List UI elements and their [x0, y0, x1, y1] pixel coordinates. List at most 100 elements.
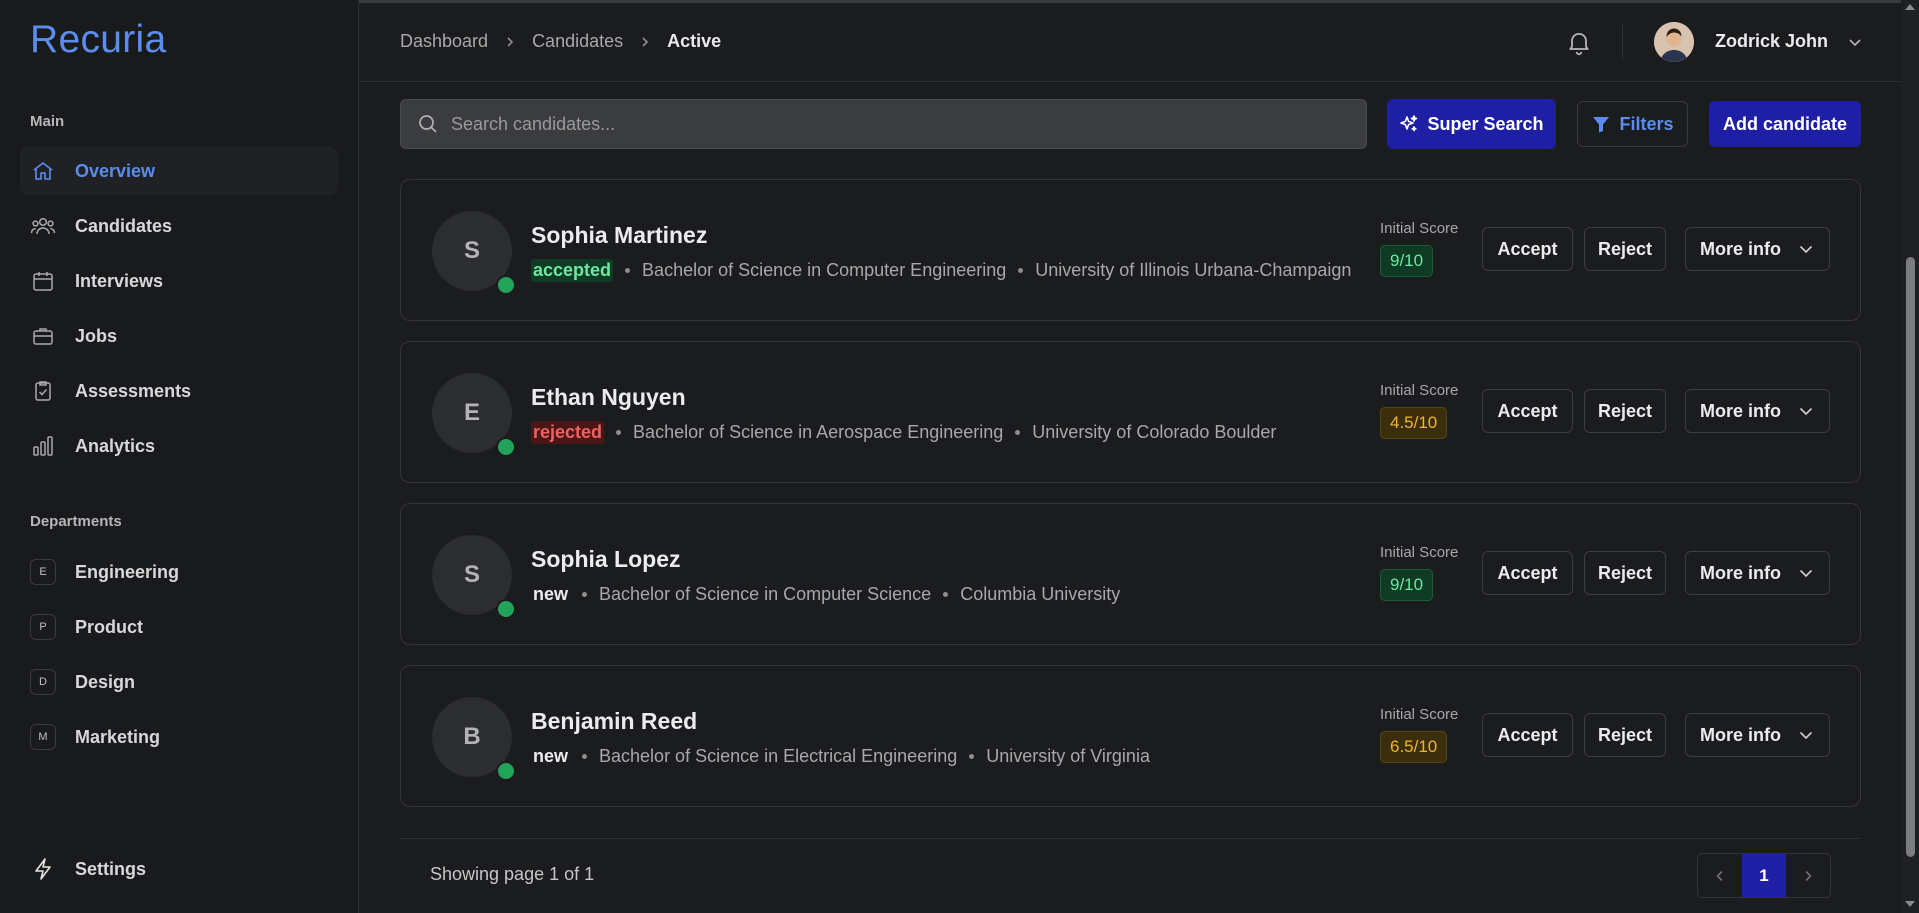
sidebar-dept-marketing[interactable]: M Marketing	[20, 713, 338, 761]
candidate-degree: Bachelor of Science in Electrical Engine…	[599, 746, 958, 766]
score-label: Initial Score	[1380, 706, 1459, 723]
more-info-button[interactable]: More info	[1685, 227, 1830, 271]
sidebar-item-label: Marketing	[75, 726, 161, 747]
footer-divider	[400, 838, 1861, 839]
bar-chart-icon	[30, 433, 56, 459]
candidate-name[interactable]: Sophia Lopez	[531, 546, 681, 573]
chevron-down-icon	[1797, 240, 1815, 258]
clipboard-check-icon	[30, 378, 56, 404]
more-info-button[interactable]: More info	[1685, 389, 1830, 433]
chevron-left-icon[interactable]	[1698, 854, 1742, 897]
candidate-degree: Bachelor of Science in Computer Science	[599, 584, 932, 604]
reject-button[interactable]: Reject	[1584, 227, 1666, 271]
candidate-card[interactable]: S Sophia Martinez accepted Bachelor of S…	[400, 179, 1861, 321]
breadcrumb-dashboard[interactable]: Dashboard	[400, 31, 488, 52]
separator-dot	[582, 754, 588, 759]
breadcrumb-candidates[interactable]: Candidates	[532, 31, 623, 52]
accept-button[interactable]: Accept	[1482, 551, 1573, 595]
chevron-right-icon	[504, 36, 516, 48]
scroll-up-arrow[interactable]	[1905, 4, 1915, 10]
score-label: Initial Score	[1380, 220, 1459, 237]
sidebar-item-overview[interactable]: Overview	[20, 147, 338, 195]
online-indicator	[496, 437, 516, 457]
chevron-down-icon	[1797, 402, 1815, 420]
chevron-right-icon[interactable]	[1786, 854, 1830, 897]
scrollbar-thumb[interactable]	[1906, 257, 1915, 857]
candidate-degree: Bachelor of Science in Computer Engineer…	[642, 260, 1007, 280]
sidebar-dept-engineering[interactable]: E Engineering	[20, 548, 338, 596]
filters-button[interactable]: Filters	[1577, 101, 1688, 147]
candidate-school: University of Illinois Urbana-Champaign	[1035, 260, 1352, 280]
page-button-current[interactable]: 1	[1742, 854, 1786, 897]
candidate-card[interactable]: B Benjamin Reed new Bachelor of Science …	[400, 665, 1861, 807]
sidebar-item-label: Assessments	[75, 380, 192, 401]
sidebar-item-interviews[interactable]: Interviews	[20, 257, 338, 305]
sidebar-item-analytics[interactable]: Analytics	[20, 422, 338, 470]
candidate-school: Columbia University	[960, 584, 1121, 604]
calendar-icon	[30, 268, 56, 294]
breadcrumb-active: Active	[667, 31, 722, 51]
status-badge: new	[533, 584, 569, 604]
app-logo[interactable]: Recuria	[30, 18, 167, 62]
reject-button[interactable]: Reject	[1584, 551, 1666, 595]
candidate-school: University of Virginia	[986, 746, 1150, 766]
more-info-label: More info	[1700, 238, 1781, 259]
super-search-button[interactable]: Super Search	[1387, 99, 1556, 149]
sidebar-item-label: Jobs	[75, 325, 118, 346]
sparkles-icon	[1399, 114, 1419, 134]
more-info-label: More info	[1700, 562, 1781, 583]
candidate-school: University of Colorado Boulder	[1032, 422, 1277, 442]
sidebar-item-settings[interactable]: Settings	[20, 845, 338, 893]
sidebar-dept-product[interactable]: P Product	[20, 603, 338, 651]
candidate-name[interactable]: Sophia Martinez	[531, 222, 707, 249]
search-bar[interactable]	[400, 99, 1367, 149]
sidebar-item-label: Overview	[75, 160, 156, 181]
departments-section-title: Departments	[30, 513, 122, 530]
candidate-card[interactable]: E Ethan Nguyen rejected Bachelor of Scie…	[400, 341, 1861, 483]
dept-badge: P	[30, 614, 56, 640]
candidate-meta: accepted Bachelor of Science in Computer…	[531, 259, 1351, 282]
users-icon	[30, 213, 56, 239]
more-info-button[interactable]: More info	[1685, 551, 1830, 595]
candidate-name[interactable]: Ethan Nguyen	[531, 384, 686, 411]
separator-dot	[969, 754, 975, 759]
sidebar-item-assessments[interactable]: Assessments	[20, 367, 338, 415]
more-info-button[interactable]: More info	[1685, 713, 1830, 757]
more-info-label: More info	[1700, 724, 1781, 745]
dept-badge: E	[30, 559, 56, 585]
candidate-meta: new Bachelor of Science in Computer Scie…	[531, 583, 1120, 606]
scroll-down-arrow[interactable]	[1905, 901, 1915, 907]
sidebar-item-label: Analytics	[75, 435, 156, 456]
candidate-card[interactable]: S Sophia Lopez new Bachelor of Science i…	[400, 503, 1861, 645]
accept-button[interactable]: Accept	[1482, 389, 1573, 433]
filter-icon	[1591, 114, 1611, 134]
accept-button[interactable]: Accept	[1482, 227, 1573, 271]
separator-dot	[1018, 268, 1024, 273]
sidebar: Recuria Main Overview Candidates Intervi…	[0, 0, 359, 913]
reject-button[interactable]: Reject	[1584, 389, 1666, 433]
score-badge: 4.5/10	[1380, 407, 1448, 439]
add-candidate-button[interactable]: Add candidate	[1709, 101, 1861, 147]
sidebar-item-label: Interviews	[75, 270, 164, 291]
reject-button[interactable]: Reject	[1584, 713, 1666, 757]
sidebar-dept-design[interactable]: D Design	[20, 658, 338, 706]
bell-icon[interactable]	[1565, 28, 1593, 56]
score-badge: 6.5/10	[1380, 731, 1448, 763]
separator-dot	[616, 430, 622, 435]
online-indicator	[496, 599, 516, 619]
home-icon	[30, 158, 56, 184]
accept-button[interactable]: Accept	[1482, 713, 1573, 757]
online-indicator	[496, 761, 516, 781]
candidate-meta: new Bachelor of Science in Electrical En…	[531, 745, 1150, 768]
candidate-name[interactable]: Benjamin Reed	[531, 708, 697, 735]
filters-label: Filters	[1619, 113, 1674, 134]
score-badge: 9/10	[1380, 569, 1434, 601]
sidebar-item-jobs[interactable]: Jobs	[20, 312, 338, 360]
avatar[interactable]	[1654, 22, 1694, 62]
chevron-down-icon[interactable]	[1846, 33, 1864, 51]
dept-badge: M	[30, 724, 56, 750]
search-input[interactable]	[451, 113, 1331, 135]
bolt-icon	[30, 856, 56, 882]
sidebar-item-candidates[interactable]: Candidates	[20, 202, 338, 250]
user-name[interactable]: Zodrick John	[1715, 31, 1828, 52]
